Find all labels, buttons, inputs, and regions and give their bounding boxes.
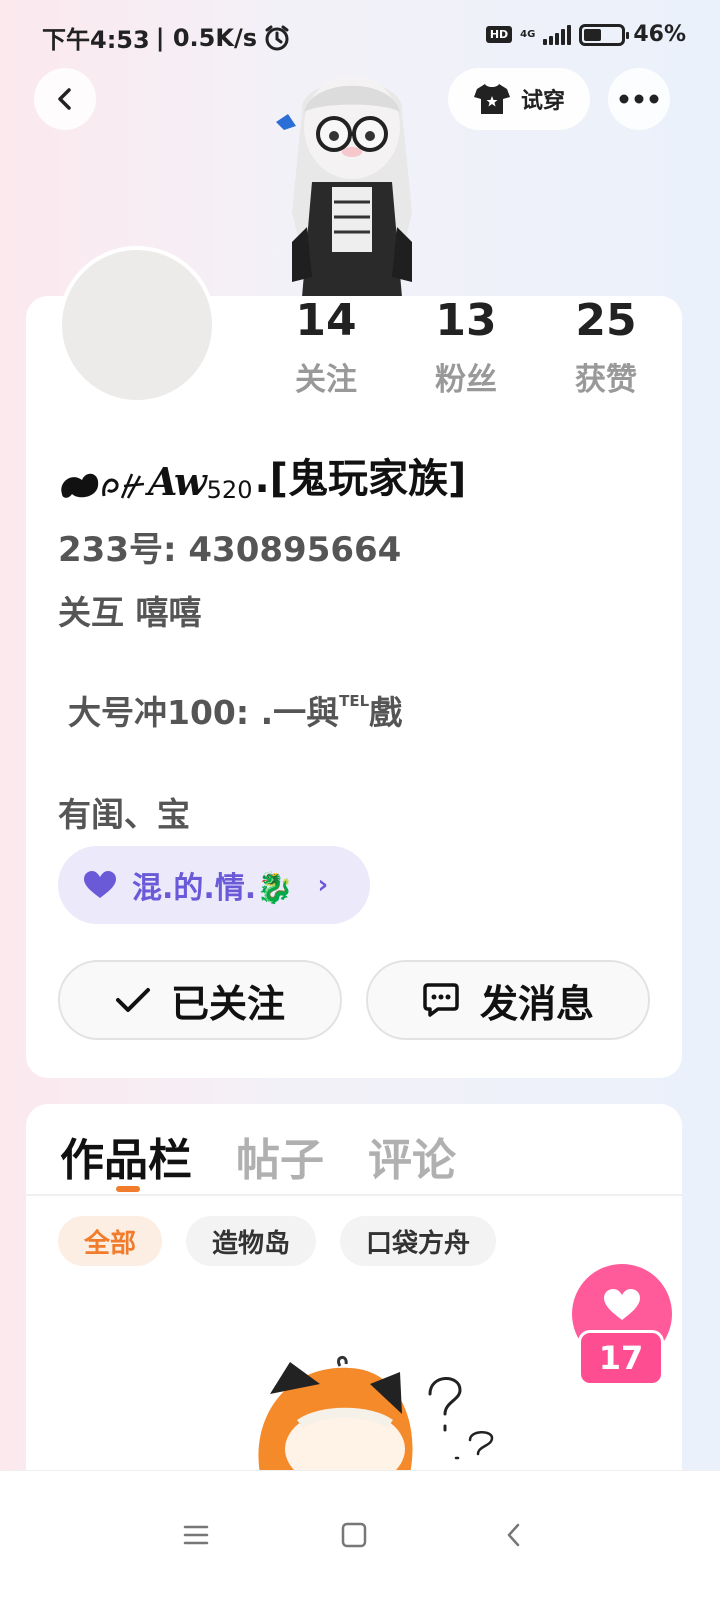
- username-sub-text: 520: [206, 476, 253, 504]
- family-tag-button[interactable]: 混.的.情.🐉 ›: [58, 846, 370, 924]
- check-icon: [115, 988, 150, 1012]
- bio-line-2: 大号冲100: .一與TEL戲: [68, 686, 402, 734]
- system-nav-bar: [0, 1470, 720, 1600]
- send-message-label: 发消息: [479, 981, 594, 1026]
- stat-likes-label: 获赞: [575, 362, 637, 398]
- bio-line-2-main: 大号冲100: .一與: [68, 693, 340, 732]
- status-left: 下午4:53 | 0.5K/s: [42, 20, 291, 55]
- more-dots-icon: [619, 94, 659, 104]
- username-main-text: .[鬼玩家族]: [254, 456, 467, 502]
- nav-back-button[interactable]: [484, 1505, 544, 1565]
- stat-likes[interactable]: 25 获赞: [536, 296, 676, 399]
- username-decoration-icon: [61, 473, 145, 499]
- signal-icon: [543, 24, 572, 45]
- chevron-left-icon: [507, 1523, 520, 1547]
- bio-line-1: 关互 嘻嘻: [58, 593, 202, 632]
- battery-percent: 46%: [633, 22, 686, 47]
- username-deco-text: Aw: [148, 459, 207, 504]
- followed-button[interactable]: 已关注: [58, 960, 342, 1040]
- tshirt-icon: [473, 84, 510, 114]
- followed-label: 已关注: [170, 981, 285, 1026]
- status-right: HD 4G 46%: [485, 22, 686, 47]
- tabs-divider: [26, 1194, 682, 1196]
- tab-posts[interactable]: 帖子: [236, 1124, 324, 1188]
- heart-icon: [84, 871, 116, 898]
- tab-comments[interactable]: 评论: [368, 1124, 456, 1188]
- work-thumbnail-image: [258, 1356, 494, 1474]
- alarm-icon: [265, 25, 289, 50]
- filter-creation-island[interactable]: 造物岛: [186, 1216, 317, 1266]
- filter-pocket-ark[interactable]: 口袋方舟: [340, 1216, 497, 1266]
- stat-fans-label: 粉丝: [435, 362, 497, 398]
- chevron-left-icon: [58, 88, 71, 110]
- works-tabs: 作品栏 帖子 评论: [60, 1124, 456, 1188]
- stat-fans-value: 13: [435, 295, 497, 346]
- network-type: 4G: [520, 28, 536, 40]
- status-speed: | 0.5K/s: [155, 23, 257, 52]
- tab-works[interactable]: 作品栏: [60, 1124, 192, 1188]
- try-on-button[interactable]: 试穿: [448, 68, 590, 130]
- try-on-label: 试穿: [520, 89, 565, 114]
- stat-likes-value: 25: [575, 295, 637, 346]
- bio-line-2-end: 戲: [369, 693, 403, 732]
- nav-recents-button[interactable]: [166, 1505, 226, 1565]
- back-button[interactable]: [34, 68, 96, 130]
- family-tag-label: 混.的.情.🐉: [132, 871, 294, 906]
- bio-line-2-sup: TEL: [339, 692, 370, 710]
- chevron-right-icon: ›: [317, 870, 329, 900]
- stat-fans[interactable]: 13 粉丝: [396, 296, 536, 399]
- send-message-button[interactable]: 发消息: [366, 960, 650, 1040]
- battery-icon: [579, 23, 630, 46]
- works-filters: 全部 造物岛 口袋方舟: [58, 1216, 497, 1266]
- like-count-badge: 17: [578, 1330, 664, 1386]
- avatar[interactable]: [58, 246, 216, 404]
- menu-icon: [183, 1525, 209, 1545]
- more-button[interactable]: [608, 68, 670, 130]
- square-icon: [341, 1522, 367, 1548]
- stat-following-value: 14: [295, 295, 357, 346]
- chat-bubble-icon: [423, 983, 459, 1017]
- stat-following-label: 关注: [295, 362, 357, 398]
- battery-level: [584, 28, 602, 41]
- bio-line-3: 有闺、宝: [58, 795, 190, 834]
- filter-all[interactable]: 全部: [58, 1216, 163, 1266]
- avatar-character-image: [276, 75, 412, 297]
- username: Aw 520 .[鬼玩家族]: [58, 446, 466, 504]
- profile-stats: 14 关注 13 粉丝 25 获赞: [256, 296, 676, 399]
- stat-following[interactable]: 14 关注: [256, 296, 396, 399]
- heart-icon: [604, 1289, 640, 1320]
- status-time: 下午4:53: [42, 26, 150, 54]
- active-tab-indicator: [116, 1186, 140, 1192]
- nav-home-button[interactable]: [324, 1505, 384, 1565]
- user-id: 233号: 430895664: [58, 530, 402, 570]
- hd-badge: HD: [485, 26, 513, 43]
